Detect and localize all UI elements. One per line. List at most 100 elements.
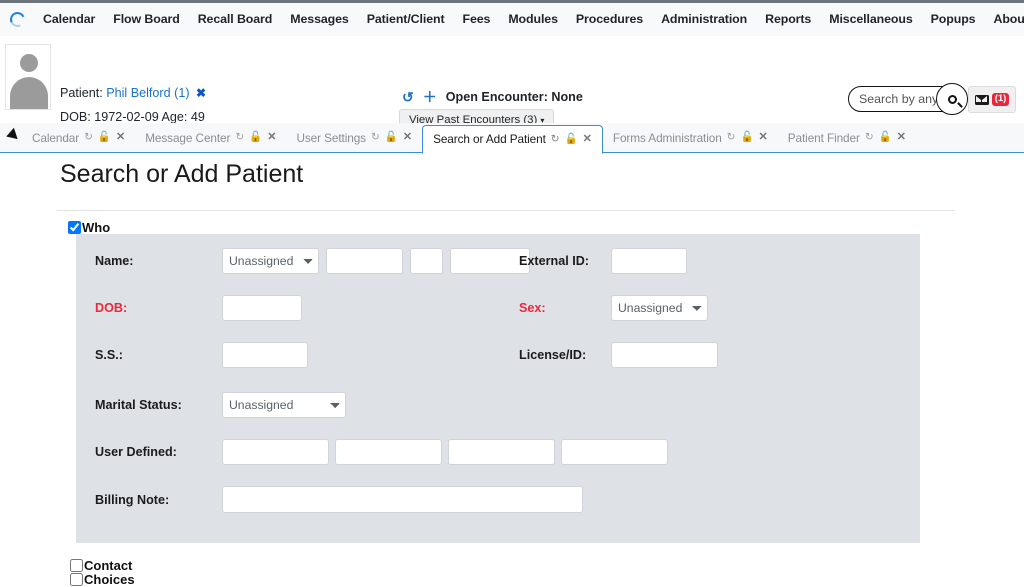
tab-search-or-add-patient[interactable]: Search or Add Patient ↻ 🔓 ✕ <box>422 124 603 154</box>
billing-note-label: Billing Note: <box>95 492 170 507</box>
nav-item-about[interactable]: About <box>984 3 1024 36</box>
close-icon[interactable]: ✕ <box>116 132 125 143</box>
message-count-badge: (1) <box>991 93 1010 106</box>
nav-item-calendar[interactable]: Calendar <box>34 3 104 36</box>
user-defined-input-3[interactable] <box>448 439 555 465</box>
license-input[interactable] <box>611 342 718 368</box>
patient-label: Patient: <box>60 86 103 100</box>
lock-icon[interactable]: 🔓 <box>385 132 398 143</box>
refresh-icon[interactable]: ↻ <box>84 132 93 143</box>
add-encounter-icon[interactable]: ＋ <box>423 87 437 107</box>
dob-input[interactable] <box>222 295 302 321</box>
patient-avatar <box>5 44 51 110</box>
triangle-left-icon <box>4 127 18 143</box>
tab-calendar[interactable]: Calendar ↻ 🔓 ✕ <box>22 123 135 152</box>
nav-item-fees[interactable]: Fees <box>453 3 499 36</box>
messages-button[interactable]: (1) <box>968 86 1016 113</box>
encounter-row: ↺ ＋ Open Encounter: None <box>402 87 583 107</box>
page-title: Search or Add Patient <box>60 160 304 188</box>
field-row-ss: S.S.: <box>95 342 308 368</box>
section-toggle-who[interactable]: Who <box>68 220 110 235</box>
sex-label: Sex: <box>519 301 546 315</box>
marital-status-select[interactable]: Unassigned <box>222 392 346 418</box>
last-name-input[interactable] <box>450 248 530 274</box>
nav-item-recall-board[interactable]: Recall Board <box>189 3 282 36</box>
spinner-ring-icon <box>7 9 27 30</box>
close-icon[interactable]: ✕ <box>897 132 906 143</box>
external-id-input[interactable] <box>611 248 687 274</box>
name-title-select[interactable]: Unassigned <box>222 248 319 274</box>
user-defined-input-1[interactable] <box>222 439 329 465</box>
nav-item-messages[interactable]: Messages <box>281 3 357 36</box>
tab-label: Patient Finder <box>787 130 860 145</box>
ss-input[interactable] <box>222 342 308 368</box>
patient-info-bar: Patient: Phil Belford (1) ✖ DOB: 1972-02… <box>0 36 1024 131</box>
patient-name-row: Patient: Phil Belford (1) ✖ <box>60 86 206 100</box>
field-row-billing-note: Billing Note: <box>95 486 583 513</box>
nav-item-administration[interactable]: Administration <box>652 3 756 36</box>
who-checkbox[interactable] <box>68 221 81 234</box>
avatar-body-shape <box>10 77 48 109</box>
choices-checkbox[interactable] <box>70 573 83 586</box>
first-name-input[interactable] <box>326 248 403 274</box>
tab-label: User Settings <box>296 130 366 145</box>
close-patient-icon[interactable]: ✖ <box>196 86 206 100</box>
tab-user-settings[interactable]: User Settings ↻ 🔓 ✕ <box>286 123 422 152</box>
external-id-label: External ID: <box>519 254 589 268</box>
field-row-license: License/ID: <box>519 342 718 368</box>
ss-label: S.S.: <box>95 348 123 362</box>
license-label: License/ID: <box>519 348 587 362</box>
field-row-user-defined: User Defined: <box>95 439 668 465</box>
field-row-sex: Sex: Unassigned <box>519 295 708 321</box>
middle-name-input[interactable] <box>410 248 443 274</box>
tab-message-center[interactable]: Message Center ↻ 🔓 ✕ <box>135 123 286 152</box>
nav-item-procedures[interactable]: Procedures <box>567 3 652 36</box>
choices-label: Choices <box>84 572 135 587</box>
refresh-icon[interactable]: ↻ <box>551 134 560 145</box>
lock-icon[interactable]: 🔓 <box>98 132 111 143</box>
encounter-history-icon[interactable]: ↺ <box>402 89 414 106</box>
tab-scroll-left-button[interactable] <box>0 124 22 152</box>
tab-patient-finder[interactable]: Patient Finder ↻ 🔓 ✕ <box>778 123 916 152</box>
nav-item-popups[interactable]: Popups <box>922 3 985 36</box>
lock-icon[interactable]: 🔓 <box>565 134 578 145</box>
nav-item-reports[interactable]: Reports <box>756 3 820 36</box>
tab-forms-administration[interactable]: Forms Administration ↻ 🔓 ✕ <box>603 123 778 152</box>
user-defined-input-2[interactable] <box>335 439 442 465</box>
magnifier-glyph <box>947 94 957 104</box>
name-label: Name: <box>95 254 134 268</box>
brand-logo-icon[interactable] <box>0 3 34 36</box>
avatar-head-shape <box>20 54 38 72</box>
refresh-icon[interactable]: ↻ <box>865 132 874 143</box>
sex-select[interactable]: Unassigned <box>611 295 708 321</box>
billing-note-input[interactable] <box>222 486 583 513</box>
nav-item-patient-client[interactable]: Patient/Client <box>358 3 454 36</box>
section-toggle-choices[interactable]: Choices <box>70 572 135 587</box>
nav-item-modules[interactable]: Modules <box>499 3 567 36</box>
nav-item-flow-board[interactable]: Flow Board <box>104 3 188 36</box>
search-icon[interactable] <box>936 83 968 115</box>
contact-checkbox[interactable] <box>70 559 83 572</box>
lock-icon[interactable]: 🔓 <box>879 132 892 143</box>
refresh-icon[interactable]: ↻ <box>371 132 380 143</box>
lock-icon[interactable]: 🔓 <box>740 132 753 143</box>
field-row-name: Name: Unassigned <box>95 248 530 274</box>
close-icon[interactable]: ✕ <box>267 132 276 143</box>
close-icon[interactable]: ✕ <box>403 132 412 143</box>
title-divider <box>57 210 955 211</box>
field-row-dob: DOB: <box>95 295 302 321</box>
section-toggle-contact[interactable]: Contact <box>70 558 132 573</box>
lock-icon[interactable]: 🔓 <box>249 132 262 143</box>
close-icon[interactable]: ✕ <box>759 132 768 143</box>
global-search-wrapper <box>848 83 968 115</box>
patient-name-link[interactable]: Phil Belford (1) <box>106 86 189 100</box>
refresh-icon[interactable]: ↻ <box>727 132 736 143</box>
patient-dob-age: DOB: 1972-02-09 Age: 49 <box>60 110 205 124</box>
close-icon[interactable]: ✕ <box>583 133 592 145</box>
envelope-icon <box>974 94 989 105</box>
refresh-icon[interactable]: ↻ <box>235 132 244 143</box>
nav-item-miscellaneous[interactable]: Miscellaneous <box>820 3 921 36</box>
tab-bar: Calendar ↻ 🔓 ✕ Message Center ↻ 🔓 ✕ User… <box>0 123 1024 154</box>
user-defined-input-4[interactable] <box>561 439 668 465</box>
tab-label: Forms Administration <box>612 130 722 145</box>
